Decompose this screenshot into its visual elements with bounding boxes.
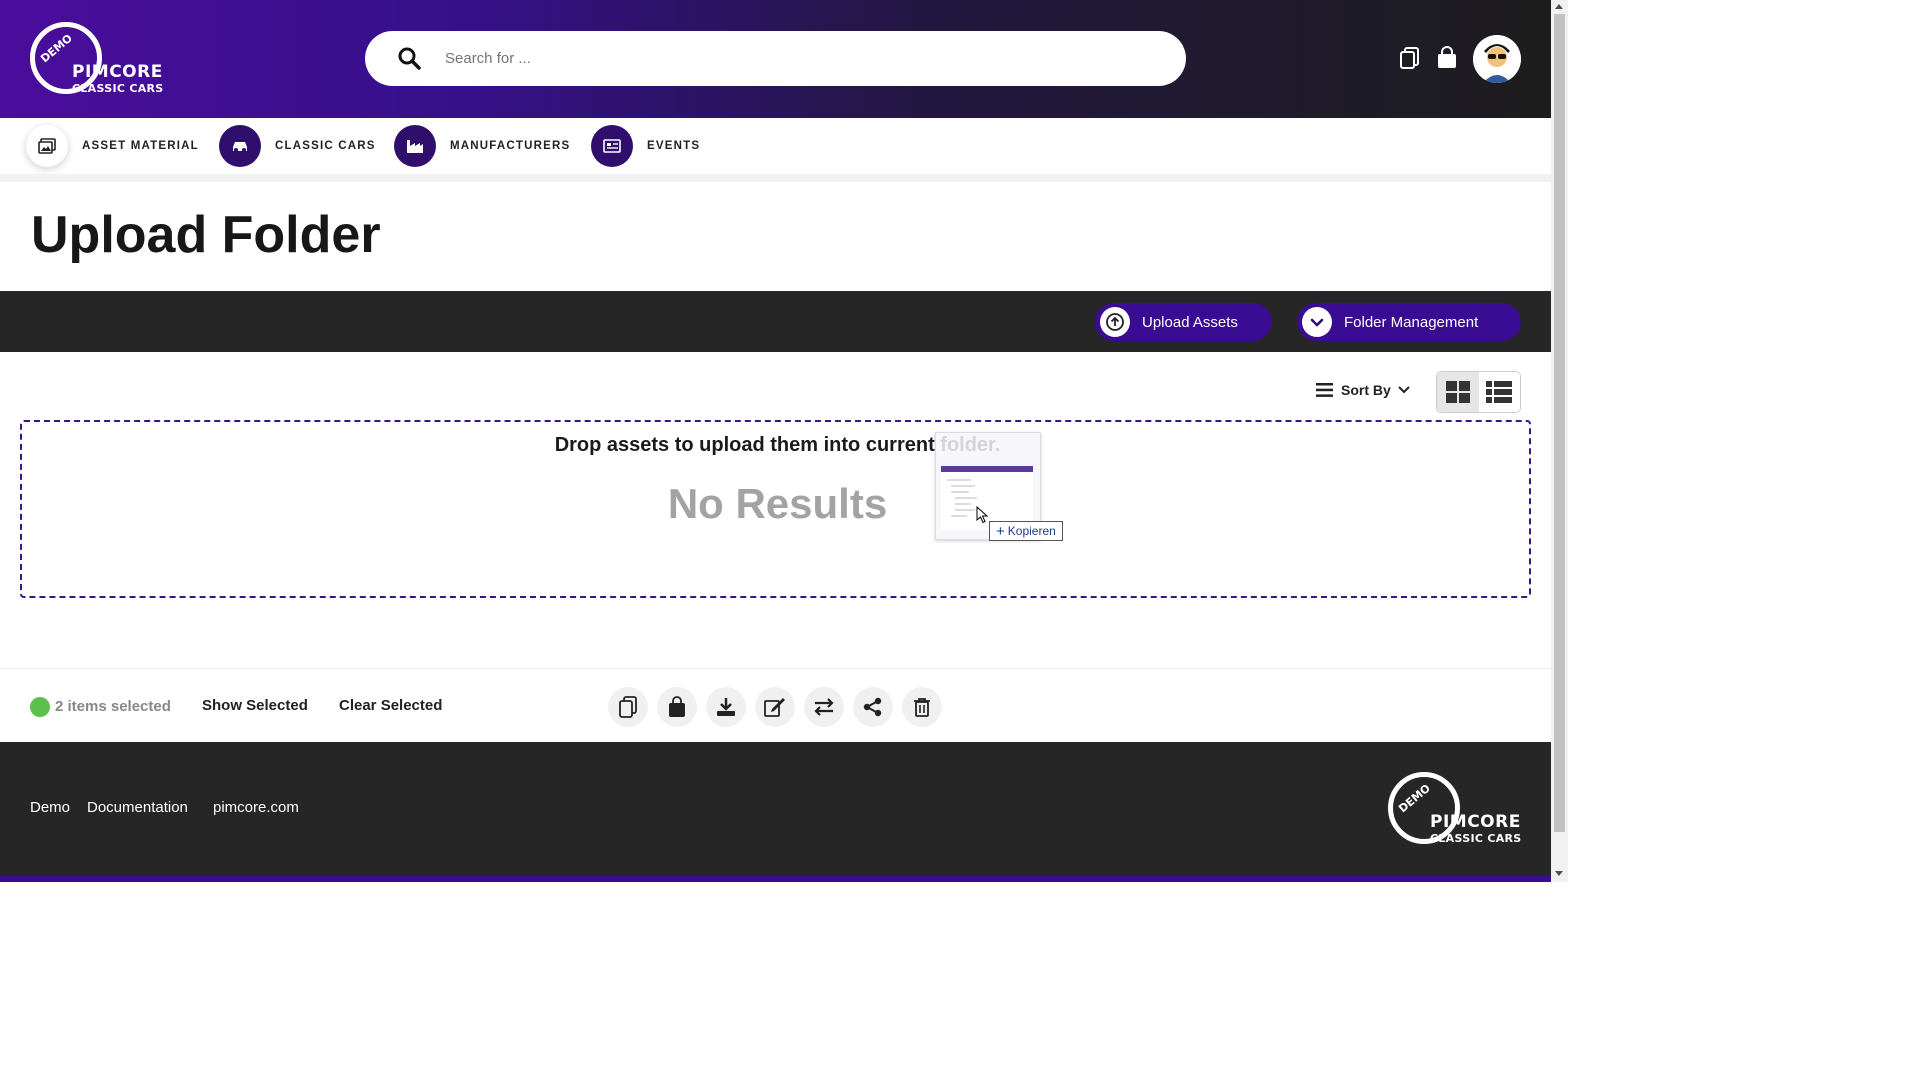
no-results-text: No Results (667, 480, 888, 527)
sort-dropdown[interactable]: Sort By (1316, 382, 1411, 398)
nav-item-manufacturers[interactable]: MANUFACTURERS (394, 125, 570, 167)
chevron-down-icon (1310, 318, 1324, 327)
upload-dropzone[interactable]: Drop assets to upload them into current … (20, 420, 1531, 598)
footer-logo[interactable]: DEMO PIMCORE CLASSIC CARS (1388, 772, 1528, 846)
folder-management-label: Folder Management (1344, 313, 1479, 331)
nav-icon-wrap (219, 125, 261, 167)
cursor-icon (976, 506, 989, 524)
nav-divider (0, 174, 1551, 182)
footer-link-demo[interactable]: Demo (30, 799, 70, 816)
nav-label: EVENTS (647, 140, 701, 152)
edit-button[interactable] (755, 687, 795, 727)
footer-link-pimcore[interactable]: pimcore.com (213, 799, 299, 816)
share-button[interactable] (853, 687, 893, 727)
swap-arrows-icon (814, 698, 834, 716)
user-avatar[interactable] (1473, 35, 1521, 83)
plus-icon: + (996, 522, 1005, 540)
page-title: Upload Folder (31, 206, 381, 264)
bottom-accent-strip (0, 876, 1551, 882)
nav-icon-wrap (591, 125, 633, 167)
dropzone-instruction: Drop assets to upload them into current … (554, 434, 1001, 456)
car-icon (233, 142, 247, 152)
drag-copy-tooltip: + Kopieren (989, 521, 1063, 541)
newspaper-icon (603, 139, 621, 153)
nav-icon-wrap (26, 125, 68, 167)
relocate-button[interactable] (804, 687, 844, 727)
upload-icon (1106, 313, 1124, 331)
nav-label: ASSET MATERIAL (82, 140, 199, 152)
shopping-bag-icon[interactable] (1436, 46, 1458, 70)
logo-name: PIMCORE (72, 62, 163, 82)
copy-to-collection-button[interactable] (608, 687, 648, 727)
selected-count: 2 items selected (55, 698, 171, 715)
edit-icon (764, 698, 785, 717)
collection-copy-icon[interactable] (1399, 46, 1421, 70)
copy-icon (619, 696, 637, 718)
nav-label: CLASSIC CARS (275, 140, 376, 152)
selected-indicator (30, 697, 50, 717)
top-header: DEMO PIMCORE CLASSIC CARS (0, 0, 1551, 118)
shopping-bag-icon (669, 696, 685, 717)
upload-icon-wrap (1100, 307, 1130, 337)
sort-label: Sort By (1341, 382, 1391, 398)
search-bar (365, 31, 1186, 86)
search-input[interactable] (445, 31, 1145, 86)
list-icon (1316, 383, 1333, 397)
nav-item-classic-cars[interactable]: CLASSIC CARS (219, 125, 376, 167)
share-icon (863, 697, 882, 717)
chevron-icon-wrap (1302, 307, 1332, 337)
folder-toolbar: Upload Assets Folder Management (0, 291, 1551, 352)
view-toggle (1436, 371, 1521, 413)
selection-bar: 2 items selected Show Selected Clear Sel… (0, 668, 1551, 742)
grid-icon (1445, 381, 1470, 403)
drag-copy-label: Kopieren (1007, 524, 1056, 538)
nav-label: MANUFACTURERS (450, 140, 571, 152)
logo-subtitle: CLASSIC CARS (72, 82, 164, 95)
search-icon[interactable] (397, 46, 421, 70)
list-view-icon (1486, 381, 1513, 403)
footer-link-documentation[interactable]: Documentation (87, 799, 188, 816)
nav-item-asset-material[interactable]: ASSET MATERIAL (26, 125, 199, 167)
pimcore-logo[interactable]: DEMO PIMCORE CLASSIC CARS (30, 22, 170, 96)
vertical-scrollbar[interactable] (1551, 0, 1568, 882)
list-view-button[interactable] (1479, 372, 1521, 412)
logo-name: PIMCORE (1430, 812, 1521, 832)
images-icon (38, 138, 56, 154)
add-to-cart-button[interactable] (657, 687, 697, 727)
logo-subtitle: CLASSIC CARS (1430, 832, 1522, 845)
trash-icon (914, 698, 930, 717)
folder-management-button[interactable]: Folder Management (1297, 303, 1521, 341)
show-selected-button[interactable]: Show Selected (202, 697, 308, 714)
scroll-up-arrow-icon[interactable] (1555, 4, 1563, 9)
upload-assets-label: Upload Assets (1142, 313, 1238, 331)
footer: Demo Documentation pimcore.com DEMO PIMC… (0, 742, 1551, 876)
upload-assets-button[interactable]: Upload Assets (1095, 303, 1272, 341)
avatar-illustration-icon (1473, 35, 1521, 83)
download-button[interactable] (706, 687, 746, 727)
grid-view-button[interactable] (1437, 372, 1479, 412)
clear-selected-button[interactable]: Clear Selected (339, 697, 442, 714)
delete-button[interactable] (902, 687, 942, 727)
nav-item-events[interactable]: EVENTS (591, 125, 700, 167)
download-icon (717, 698, 735, 716)
chevron-down-icon (1398, 386, 1410, 394)
scrollbar-thumb[interactable] (1554, 14, 1565, 832)
nav-icon-wrap (394, 125, 436, 167)
scroll-down-arrow-icon[interactable] (1555, 871, 1563, 876)
main-nav: ASSET MATERIAL CLASSIC CARS MANUFACTURER… (0, 118, 1551, 174)
factory-icon (407, 140, 423, 153)
